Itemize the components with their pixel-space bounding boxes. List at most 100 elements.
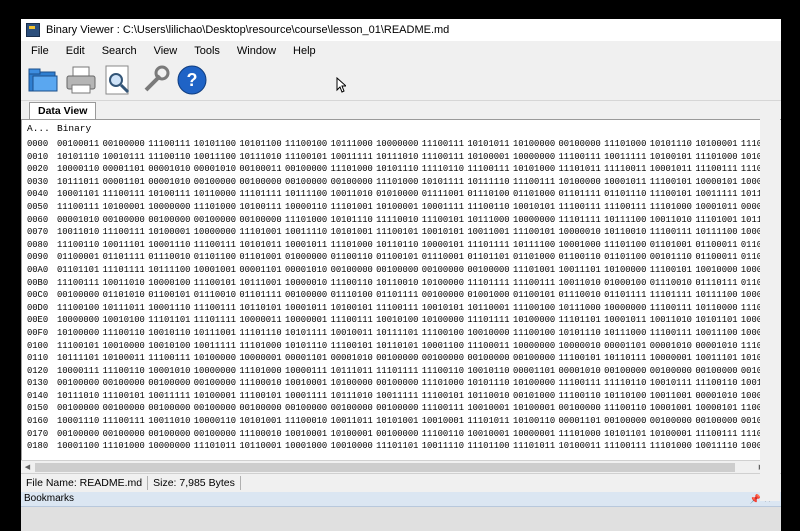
byte-cell[interactable]: 11101000	[331, 239, 377, 252]
byte-cell[interactable]: 01100101	[148, 289, 194, 302]
byte-cell[interactable]: 01110111	[695, 277, 741, 290]
byte-cell[interactable]: 11100111	[422, 138, 468, 151]
byte-cell[interactable]: 01111001	[422, 188, 468, 201]
byte-cell[interactable]: 10110110	[376, 239, 422, 252]
byte-cell[interactable]: 10110100	[604, 390, 650, 403]
byte-cell[interactable]: 10000001	[650, 352, 696, 365]
grid-row[interactable]: 00D0 11100100 10111011 10001110 11100111 1011…	[27, 302, 769, 315]
byte-cell[interactable]: 10100000	[513, 314, 559, 327]
byte-cell[interactable]: 00100000	[331, 176, 377, 189]
byte-cell[interactable]: 10100001	[695, 138, 741, 151]
help-icon[interactable]: ?	[175, 63, 209, 97]
byte-cell[interactable]: 10111000	[559, 302, 605, 315]
byte-cell[interactable]: 10110001	[467, 302, 513, 315]
grid-row[interactable]: 0170 00100000 00100000 00100000 00100000 1110…	[27, 428, 769, 441]
byte-cell[interactable]: 10100000	[604, 264, 650, 277]
byte-cell[interactable]: 11100101	[559, 352, 605, 365]
byte-cell[interactable]: 10111100	[148, 264, 194, 277]
grid-row[interactable]: 0090 01100001 01101111 01110010 01101100 0110…	[27, 251, 769, 264]
byte-cell[interactable]: 10001001	[650, 402, 696, 415]
byte-cell[interactable]: 10101101	[604, 428, 650, 441]
byte-cell[interactable]: 11100111	[559, 201, 605, 214]
byte-cell[interactable]: 11101001	[331, 201, 377, 214]
byte-cell[interactable]: 00100000	[148, 214, 194, 227]
byte-cell[interactable]: 10101110	[376, 163, 422, 176]
byte-cell[interactable]: 01000000	[285, 251, 331, 264]
byte-cell[interactable]: 11101000	[650, 440, 696, 453]
byte-cell[interactable]: 10011010	[103, 277, 149, 290]
grid-row[interactable]: 0160 10001110 11100111 10011010 10000110 1010…	[27, 415, 769, 428]
byte-cell[interactable]: 10001011	[604, 314, 650, 327]
byte-cell[interactable]: 10000100	[148, 277, 194, 290]
byte-cell[interactable]: 10011001	[650, 390, 696, 403]
byte-cell[interactable]: 10000001	[513, 428, 559, 441]
byte-cell[interactable]: 11100110	[148, 151, 194, 164]
byte-cell[interactable]: 10110000	[695, 302, 741, 315]
byte-cell[interactable]: 00100000	[103, 402, 149, 415]
byte-cell[interactable]: 00100000	[695, 415, 741, 428]
byte-cell[interactable]: 10011110	[285, 226, 331, 239]
byte-cell[interactable]: 10010000	[103, 340, 149, 353]
grid-row[interactable]: 0020 10000110 00001101 00001010 00001010 0010…	[27, 163, 769, 176]
byte-cell[interactable]: 10000000	[513, 214, 559, 227]
grid-row[interactable]: 0050 11100111 10100001 10000000 11101000 1010…	[27, 201, 769, 214]
byte-cell[interactable]: 11100101	[376, 226, 422, 239]
byte-cell[interactable]: 10111011	[57, 176, 103, 189]
byte-cell[interactable]: 10010101	[513, 201, 559, 214]
byte-cell[interactable]: 00100000	[239, 214, 285, 227]
byte-cell[interactable]: 00100000	[57, 377, 103, 390]
byte-cell[interactable]: 01101101	[467, 251, 513, 264]
byte-cell[interactable]: 10000000	[513, 151, 559, 164]
byte-cell[interactable]: 01101100	[604, 251, 650, 264]
byte-cell[interactable]: 10100000	[422, 314, 468, 327]
byte-cell[interactable]: 11110110	[604, 377, 650, 390]
grid-row[interactable]: 0000 00100011 00100000 11100111 10101100 1010…	[27, 138, 769, 151]
byte-cell[interactable]: 00100000	[103, 214, 149, 227]
byte-cell[interactable]: 00100000	[103, 428, 149, 441]
byte-cell[interactable]: 00100000	[239, 402, 285, 415]
byte-cell[interactable]: 10000000	[57, 314, 103, 327]
byte-cell[interactable]: 10100110	[513, 415, 559, 428]
byte-cell[interactable]: 10111100	[513, 239, 559, 252]
horizontal-scrollbar[interactable]: ◀ ▶	[21, 460, 768, 474]
byte-cell[interactable]: 00100000	[559, 402, 605, 415]
byte-cell[interactable]: 01100101	[513, 289, 559, 302]
byte-cell[interactable]: 11101110	[239, 327, 285, 340]
byte-cell[interactable]: 11101011	[194, 440, 240, 453]
byte-cell[interactable]: 11101011	[513, 440, 559, 453]
byte-cell[interactable]: 10000101	[695, 176, 741, 189]
byte-cell[interactable]: 01100011	[695, 239, 741, 252]
byte-cell[interactable]: 11101101	[559, 314, 605, 327]
byte-cell[interactable]: 10111010	[376, 151, 422, 164]
byte-cell[interactable]: 10100001	[467, 151, 513, 164]
byte-cell[interactable]: 00100000	[604, 365, 650, 378]
byte-cell[interactable]: 11101011	[559, 163, 605, 176]
byte-cell[interactable]: 00100000	[103, 138, 149, 151]
byte-cell[interactable]: 10101001	[376, 415, 422, 428]
byte-cell[interactable]: 10001000	[559, 239, 605, 252]
grid-row[interactable]: 00F0 10100000 11100110 10010110 10111001 1110…	[27, 327, 769, 340]
byte-cell[interactable]: 10101001	[239, 415, 285, 428]
byte-cell[interactable]: 10111010	[331, 390, 377, 403]
byte-cell[interactable]: 10010110	[467, 365, 513, 378]
byte-cell[interactable]: 11101111	[467, 239, 513, 252]
byte-cell[interactable]: 10000101	[695, 402, 741, 415]
byte-cell[interactable]: 10111010	[239, 151, 285, 164]
byte-cell[interactable]: 10100101	[650, 151, 696, 164]
byte-cell[interactable]: 10111000	[331, 138, 377, 151]
wrench-icon[interactable]	[138, 63, 172, 97]
byte-cell[interactable]: 11100011	[467, 340, 513, 353]
byte-cell[interactable]: 10000110	[194, 415, 240, 428]
byte-cell[interactable]: 10011010	[650, 314, 696, 327]
byte-cell[interactable]: 11100111	[103, 415, 149, 428]
byte-cell[interactable]: 10110101	[376, 340, 422, 353]
byte-cell[interactable]: 00001010	[695, 390, 741, 403]
byte-cell[interactable]: 11100111	[148, 352, 194, 365]
byte-cell[interactable]: 10001011	[285, 239, 331, 252]
byte-cell[interactable]: 11100101	[650, 264, 696, 277]
byte-cell[interactable]: 11100111	[650, 327, 696, 340]
byte-cell[interactable]: 11101011	[467, 415, 513, 428]
byte-cell[interactable]: 10011101	[103, 239, 149, 252]
grid-row[interactable]: 00A0 01101101 11101111 10111100 10001001 0000…	[27, 264, 769, 277]
byte-cell[interactable]: 11100101	[194, 277, 240, 290]
